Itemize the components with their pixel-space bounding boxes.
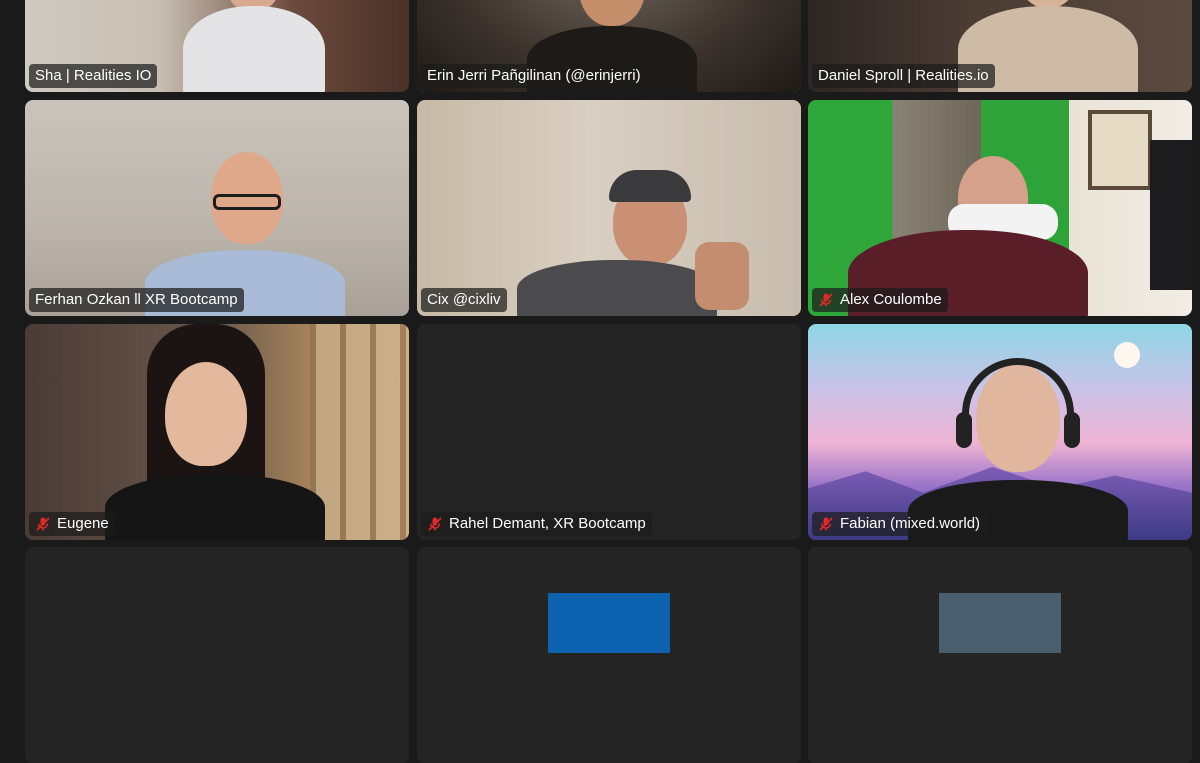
video-tile-avatar-slate[interactable]: [808, 547, 1192, 763]
participant-name: Erin Jerri Pañgilinan (@erinjerri): [427, 67, 641, 84]
video-tile-ferhan[interactable]: Ferhan Ozkan ll XR Bootcamp: [25, 100, 409, 316]
participant-name-tag: Erin Jerri Pañgilinan (@erinjerri): [421, 64, 647, 88]
video-tile-erin-active-speaker[interactable]: Erin Jerri Pañgilinan (@erinjerri): [417, 0, 801, 92]
participant-video: [25, 324, 409, 540]
participant-video: [25, 100, 409, 316]
participant-name-tag: Ferhan Ozkan ll XR Bootcamp: [29, 288, 244, 312]
participant-video-off: [417, 324, 801, 540]
participant-name: Cix @cixliv: [427, 291, 501, 308]
avatar: [939, 593, 1061, 653]
participant-name-tag: Alex Coulombe: [812, 288, 948, 312]
video-tile-empty[interactable]: [25, 547, 409, 763]
participant-video-off: [417, 547, 801, 763]
participant-name: Fabian (mixed.world): [840, 515, 981, 532]
participant-name: Eugene: [57, 515, 109, 532]
participant-name-tag: Rahel Demant, XR Bootcamp: [421, 512, 652, 536]
participant-name-tag: Eugene: [29, 512, 115, 536]
participant-name-tag: Daniel Sproll | Realities.io: [812, 64, 995, 88]
video-tile-daniel[interactable]: Daniel Sproll | Realities.io: [808, 0, 1192, 92]
participant-name-tag: Cix @cixliv: [421, 288, 507, 312]
participant-name: Sha | Realities IO: [35, 67, 152, 84]
participant-name: Ferhan Ozkan ll XR Bootcamp: [35, 291, 238, 308]
participant-video: [808, 100, 1192, 316]
participant-name-tag: Fabian (mixed.world): [812, 512, 987, 536]
video-tile-cix[interactable]: Cix @cixliv: [417, 100, 801, 316]
microphone-muted-icon: [428, 517, 442, 531]
microphone-muted-icon: [36, 517, 50, 531]
video-tile-fabian[interactable]: Fabian (mixed.world): [808, 324, 1192, 540]
microphone-muted-icon: [819, 293, 833, 307]
participant-name: Daniel Sproll | Realities.io: [818, 67, 989, 84]
participant-video: [417, 100, 801, 316]
video-tile-alex[interactable]: Alex Coulombe: [808, 100, 1192, 316]
participant-name: Rahel Demant, XR Bootcamp: [449, 515, 646, 532]
video-tile-eugene[interactable]: Eugene: [25, 324, 409, 540]
participant-name: Alex Coulombe: [840, 291, 942, 308]
microphone-muted-icon: [819, 517, 833, 531]
video-tile-avatar-blue[interactable]: [417, 547, 801, 763]
participant-video-off: [25, 547, 409, 763]
participant-video-off: [808, 547, 1192, 763]
video-tile-sha[interactable]: Sha | Realities IO: [25, 0, 409, 92]
avatar: [548, 593, 670, 653]
participant-name-tag: Sha | Realities IO: [29, 64, 158, 88]
participant-video: [808, 324, 1192, 540]
video-tile-rahel[interactable]: Rahel Demant, XR Bootcamp: [417, 324, 801, 540]
